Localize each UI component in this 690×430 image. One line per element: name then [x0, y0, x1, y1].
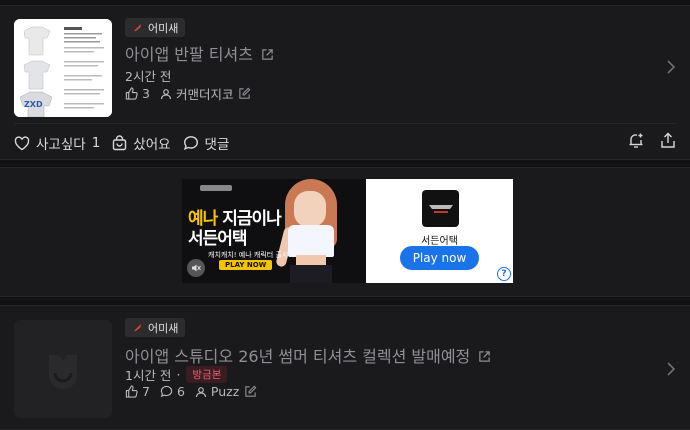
- app-name: 서든어택: [421, 236, 458, 247]
- external-link-icon: [261, 46, 274, 65]
- ad-headline-yellow: 예나: [188, 209, 218, 229]
- ad-creative[interactable]: 예나 지금이나 서든어택 캐치캐치! 예나 캐릭터 출시 PLAY NOW: [182, 179, 366, 283]
- author-name[interactable]: Puzz: [211, 384, 239, 399]
- play-now-button[interactable]: Play now: [400, 246, 479, 270]
- ad-character-shirt: [288, 225, 334, 257]
- ad-headline-white1: 지금이나: [222, 209, 282, 229]
- divider: [14, 123, 676, 124]
- mute-icon[interactable]: [187, 259, 205, 277]
- comment-icon: [160, 385, 173, 398]
- ad-game-logo: [200, 185, 232, 191]
- ad-headline: 예나 지금이나 서든어택: [188, 209, 282, 249]
- edit-icon[interactable]: [238, 87, 251, 100]
- comment-label: 댓글: [204, 137, 230, 153]
- ad-banner[interactable]: 예나 지금이나 서든어택 캐치캐치! 예나 캐릭터 출시 PLAY NOW 서든…: [182, 179, 513, 283]
- category-badge-label: 어미새: [148, 21, 179, 35]
- bell-plus-icon[interactable]: [628, 132, 644, 153]
- thumbs-up-icon: [125, 385, 138, 398]
- category-badge[interactable]: 어미새: [125, 18, 186, 37]
- post-thumbnail[interactable]: ZXD: [14, 19, 112, 117]
- ad-play-tag: PLAY NOW: [219, 260, 273, 270]
- post-actions: 사고싶다 1 샀어요 댓글: [14, 133, 241, 153]
- category-badge-label: 어미새: [148, 321, 179, 335]
- ad-subtext: 캐치캐치! 예나 캐릭터 출시: [208, 251, 289, 259]
- ad-headline-white2: 서든어택: [188, 229, 248, 249]
- ad-app-panel[interactable]: 서든어택 Play now ?: [366, 179, 513, 283]
- post-time-text: 1시간 전: [125, 368, 172, 383]
- user-icon: [195, 386, 207, 398]
- ad-help-icon[interactable]: ?: [497, 267, 511, 281]
- chevron-right-icon[interactable]: [666, 361, 676, 381]
- post-card[interactable]: 어미새 아이앱 스튜디오 26년 썸머 티셔츠 컬렉션 발매예정 1시간 전 ·…: [0, 305, 690, 430]
- post-time-text: 2시간 전: [125, 69, 172, 84]
- author-name[interactable]: 커맨더지코: [176, 84, 234, 103]
- post-time: 2시간 전: [125, 66, 171, 85]
- ad-banner-area: 예나 지금이나 서든어택 캐치캐치! 예나 캐릭터 출시 PLAY NOW 서든…: [0, 167, 690, 297]
- app-icon[interactable]: [422, 190, 459, 227]
- external-link-icon: [478, 348, 491, 367]
- comment-button[interactable]: 댓글: [183, 133, 230, 153]
- edit-icon[interactable]: [244, 385, 257, 398]
- want-button[interactable]: 사고싶다 1: [14, 133, 100, 153]
- post-stats: 3 커맨더지코: [125, 84, 255, 103]
- post-side-actions: [628, 132, 676, 153]
- post-time: 1시간 전 · 방금본: [125, 365, 228, 384]
- want-count: 1: [91, 135, 101, 151]
- ad-character-face: [294, 191, 326, 227]
- feed: ZXD 어미새 아이앱 반팔 티셔츠 2시간 전 3 커맨더지코 사고싶다 1 …: [0, 0, 690, 430]
- post-title-text: 아이앱 스튜디오 26년 썸머 티셔츠 컬렉션 발매예정: [125, 347, 471, 366]
- chevron-right-icon[interactable]: [666, 59, 676, 79]
- comment-count: 6: [176, 384, 185, 399]
- post-card[interactable]: ZXD 어미새 아이앱 반팔 티셔츠 2시간 전 3 커맨더지코 사고싶다 1 …: [0, 5, 690, 160]
- category-badge[interactable]: 어미새: [125, 318, 186, 337]
- shopping-bag-icon: [113, 135, 127, 151]
- comment-icon: [183, 136, 198, 150]
- placeholder-logo-icon: [49, 355, 77, 389]
- bought-label: 샀어요: [133, 137, 171, 153]
- recently-viewed-badge: 방금본: [186, 366, 228, 383]
- thumbs-up-icon: [125, 87, 138, 100]
- ad-character-shorts: [290, 265, 332, 283]
- post-title[interactable]: 아이앱 스튜디오 26년 썸머 티셔츠 컬렉션 발매예정: [125, 343, 491, 367]
- bought-button[interactable]: 샀어요: [112, 133, 171, 153]
- heart-icon: [14, 135, 30, 150]
- like-count: 3: [142, 86, 150, 101]
- bird-icon: [133, 23, 142, 32]
- user-icon: [160, 88, 172, 100]
- post-stats: 7 6 Puzz: [125, 384, 261, 399]
- post-thumbnail-placeholder[interactable]: [14, 320, 112, 418]
- share-icon[interactable]: [660, 132, 676, 153]
- want-label: 사고싶다: [36, 137, 86, 153]
- like-count: 7: [142, 384, 150, 399]
- post-title-text: 아이앱 반팔 티셔츠: [125, 45, 253, 64]
- post-title[interactable]: 아이앱 반팔 티셔츠: [125, 41, 274, 65]
- svg-text:ZXD: ZXD: [24, 100, 43, 109]
- bird-icon: [133, 323, 142, 332]
